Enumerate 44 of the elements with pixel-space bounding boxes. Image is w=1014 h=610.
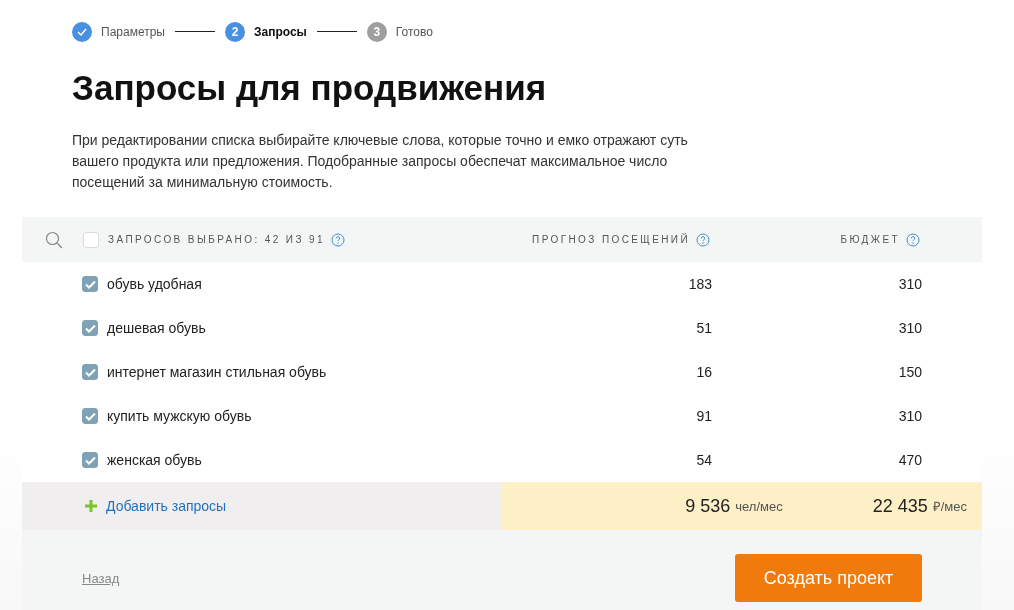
visits-cell-text: 91 <box>695 408 712 424</box>
check-icon <box>77 27 87 36</box>
budget-cell-text: 470 <box>897 452 922 468</box>
help-icon[interactable] <box>331 232 345 247</box>
visits-cell-text: 51 <box>695 320 712 336</box>
help-icon[interactable] <box>696 232 710 247</box>
step-label: Запросы <box>253 24 307 39</box>
row-checkbox[interactable] <box>82 408 98 424</box>
query-text: обувь удобная <box>107 276 203 292</box>
back-link[interactable]: Назад <box>82 570 120 586</box>
query-text: дешевая обувь <box>107 320 207 336</box>
budget-cell-text: 150 <box>897 364 922 380</box>
step-indicator: 2 <box>224 21 245 42</box>
total-budget: 22 435 <box>872 495 928 517</box>
query-text: купить мужскую обувь <box>107 408 253 424</box>
visits-cell-text: 16 <box>695 364 712 380</box>
plus-icon[interactable] <box>84 499 98 513</box>
search-icon[interactable] <box>45 230 63 249</box>
unit-label: чел/мес <box>735 498 783 514</box>
create-project-button[interactable]: Создать проект <box>735 554 922 602</box>
visits-cell-text: 183 <box>687 276 712 292</box>
column-header: ЗАПРОСОВ ВЫБРАНО: 42 ИЗ 91 <box>108 234 325 245</box>
select-all-checkbox[interactable] <box>83 231 99 248</box>
budget-cell-text: 310 <box>897 408 922 424</box>
row-checkbox[interactable] <box>82 364 98 380</box>
add-queries-link[interactable]: Добавить запросы <box>106 498 227 514</box>
column-header: ПРОГНОЗ ПОСЕЩЕНИЙ <box>532 234 690 245</box>
row-checkbox[interactable] <box>82 276 98 292</box>
budget-cell-text: 310 <box>897 276 922 292</box>
budget-cell-text: 310 <box>897 320 922 336</box>
step-label: Параметры <box>101 24 165 39</box>
description: При редактировании списка выбирайте ключевые слова, которые точно и емко отражают суть вашего продукта или предложения. Подобранные запросы обеспечат максимальное число посещений за минимальную стоимость. <box>72 131 689 192</box>
help-icon[interactable] <box>906 232 920 247</box>
query-text: женская обувь <box>107 452 203 468</box>
page-title: Запросы для продвижения <box>72 68 548 108</box>
step-indicator: 3 <box>366 21 387 42</box>
unit-label: ₽/мес <box>932 498 967 515</box>
column-header: БЮДЖЕТ <box>840 234 900 245</box>
query-text: интернет магазин стильная обувь <box>107 364 328 380</box>
row-checkbox[interactable] <box>82 452 98 468</box>
row-checkbox[interactable] <box>82 320 98 336</box>
total-visits: 9 536 <box>685 495 731 517</box>
step-label: Готово <box>395 24 433 39</box>
visits-cell-text: 54 <box>695 452 712 468</box>
